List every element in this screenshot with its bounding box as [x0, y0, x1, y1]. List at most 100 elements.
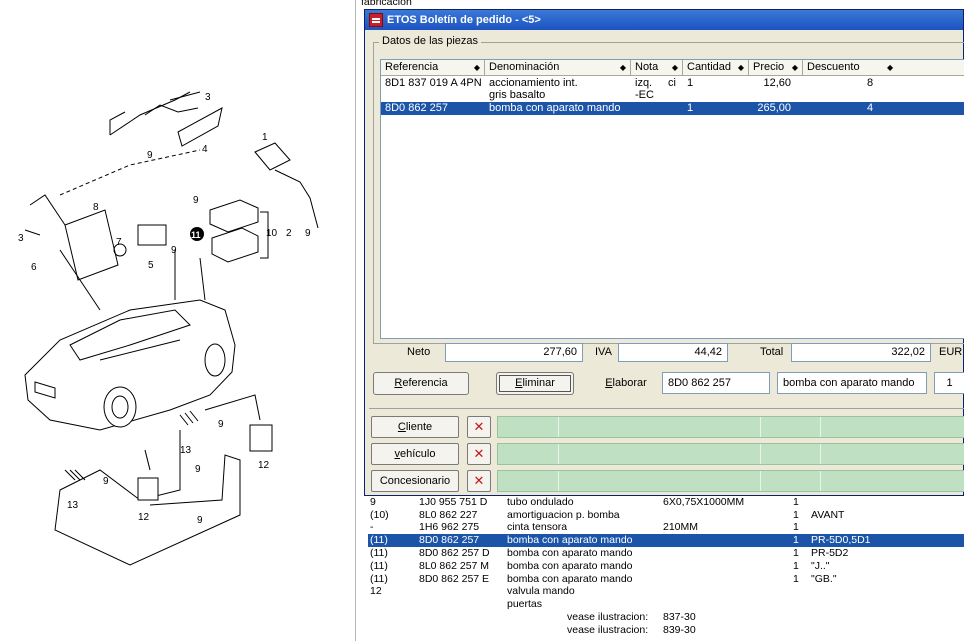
field-divider [760, 471, 761, 491]
callout-9c: 9 [171, 245, 177, 256]
list-item[interactable]: (11) 8D0 862 257 D bomba con aparato mando… [368, 547, 964, 560]
column-header[interactable]: Referencia ◆ [381, 60, 485, 75]
total-value: 322,02 [791, 343, 931, 362]
list-item[interactable]: puertas [368, 598, 964, 611]
parts-grid[interactable]: Referencia ◆ Denominación ◆ Nota ◆ Cantidad ◆ Pr… [380, 59, 964, 339]
cell-name-2: gris basalto [489, 89, 546, 101]
item-name: tubo ondulado [507, 496, 574, 508]
cell-note: izq. [635, 77, 653, 89]
concesionario-button[interactable]: Concesionario [371, 470, 459, 492]
parts-data-group: Datos de las piezas Referencia ◆ Denominac… [373, 35, 964, 344]
list-item[interactable]: (11) 8L0 862 257 M bomba con aparato mando… [368, 560, 964, 573]
item-ref: 8L0 862 227 [419, 509, 478, 521]
item-name: vease ilustracion: [567, 611, 649, 623]
cell-qty: 1 [687, 102, 694, 114]
callout-1: 1 [262, 132, 268, 143]
cliente-field[interactable] [497, 416, 964, 438]
list-item[interactable]: 12 valvula mando [368, 585, 964, 598]
cliente-clear-icon[interactable]: ✕ [467, 416, 491, 438]
eliminar-button[interactable]: Eliminar [496, 372, 574, 395]
concesionario-clear-icon[interactable]: ✕ [467, 470, 491, 492]
list-item[interactable]: vease ilustracion: 839-30 [368, 624, 964, 637]
item-name: bomba con aparato mando [507, 534, 633, 546]
cell-note-b: ci [668, 77, 676, 89]
iva-label: IVA [595, 346, 612, 358]
selected-ref-field[interactable]: 8D0 862 257 [662, 372, 770, 394]
dialog-titlebar[interactable]: ETOS Boletín de pedido - <5> [365, 10, 963, 30]
item-info: 210MM [663, 521, 699, 533]
vehiculo-clear-icon[interactable]: ✕ [467, 443, 491, 465]
callout-9f: 9 [195, 464, 201, 475]
list-item[interactable]: vease ilustracion: 837-30 [368, 611, 964, 624]
neto-value: 277,60 [445, 343, 583, 362]
cell-name: accionamiento int. [489, 77, 578, 89]
item-qty: 1 [793, 509, 799, 521]
vehiculo-button[interactable]: vehículo [371, 443, 459, 465]
column-label: Descuento [807, 61, 860, 73]
column-header[interactable]: Descuento ◆ [803, 60, 964, 75]
field-divider [558, 417, 559, 437]
item-ref: 8L0 862 257 M [419, 560, 490, 572]
cell-note-2: -EC [635, 89, 654, 101]
parts-illustration: 3 4 9 1 9 8 3 6 7 5 9 11 10 2 9 9 13 12 … [0, 0, 355, 641]
field-divider [820, 444, 821, 464]
column-label: Cantidad [687, 61, 732, 73]
field-divider [760, 444, 761, 464]
callout-2: 2 [286, 228, 292, 239]
cell-qty: 1 [687, 77, 694, 89]
referencia-button[interactable]: Referencia [373, 372, 469, 395]
concesionario-field[interactable] [497, 470, 964, 492]
table-row[interactable]: 8D1 837 019 A 4PN accionamiento int. gris … [381, 77, 964, 101]
item-name: amortiguacion p. bomba [507, 509, 620, 521]
sort-icon: ◆ [791, 63, 798, 72]
column-header[interactable]: Precio ◆ [749, 60, 803, 75]
item-pos: (11) [370, 560, 388, 572]
cell-name: bomba con aparato mando [489, 102, 621, 114]
item-info: 837-30 [663, 611, 696, 623]
selected-name-field[interactable]: bomba con aparato mando [777, 372, 927, 394]
item-name: puertas [507, 598, 543, 610]
cliente-button[interactable]: Cliente [371, 416, 459, 438]
item-ref: 8D0 862 257 D [419, 547, 490, 559]
vehiculo-row: vehículo ✕ [369, 443, 964, 465]
neto-label: Neto [407, 346, 431, 358]
item-name: bomba con aparato mando [507, 547, 633, 559]
list-item[interactable]: 9 1J0 955 751 D tubo ondulado 6X0,75X1000MM… [368, 496, 964, 509]
cell-price: 265,00 [757, 102, 791, 114]
list-item[interactable]: - 1H6 962 275 cinta tensora 210MM 1 [368, 521, 964, 534]
table-row[interactable]: 8D0 862 257 bomba con aparato mando 1 265,0… [381, 102, 964, 115]
field-divider [820, 471, 821, 491]
cell-price: 12,60 [763, 77, 791, 89]
item-qty: 1 [793, 521, 799, 533]
vehiculo-field[interactable] [497, 443, 964, 465]
order-header-fields: Cliente ✕ vehículo ✕ Concesionario ✕ [369, 408, 964, 492]
column-label: Denominación [489, 61, 560, 73]
total-label: Total [760, 346, 784, 358]
cell-ref: 8D0 862 257 [385, 102, 448, 114]
group-label: Datos de las piezas [379, 35, 481, 47]
item-ref: 8D0 862 257 E [419, 573, 490, 585]
list-item[interactable]: (11) 8D0 862 257 bomba con aparato mando 1 P… [368, 534, 964, 547]
column-header[interactable]: Nota ◆ [631, 60, 683, 75]
sort-icon: ◆ [619, 63, 626, 72]
elaborar-button[interactable]: Elaborar [591, 372, 661, 395]
item-name: cinta tensora [507, 521, 568, 533]
item-qty: 1 [793, 534, 799, 546]
item-pos: (11) [370, 573, 388, 585]
item-pos: (11) [370, 547, 388, 559]
concesionario-label: Concesionario [379, 475, 451, 487]
item-name: bomba con aparato mando [507, 573, 633, 585]
selected-qty-field[interactable]: 1 [934, 372, 964, 394]
referencia-label: eferencia [402, 377, 448, 389]
column-header[interactable]: Cantidad ◆ [683, 60, 749, 75]
item-qty: 1 [793, 560, 799, 572]
item-note: "J.." [811, 560, 830, 572]
callout-12a: 12 [258, 460, 270, 471]
cliente-row: Cliente ✕ [369, 416, 964, 438]
item-name: bomba con aparato mando [507, 560, 633, 572]
callout-6: 6 [31, 262, 37, 273]
column-header[interactable]: Denominación ◆ [485, 60, 631, 75]
item-name: valvula mando [507, 585, 575, 597]
totals-bar: Neto 277,60 IVA 44,42 Total 322,02 EUR [373, 343, 964, 363]
callout-9e: 9 [218, 419, 224, 430]
